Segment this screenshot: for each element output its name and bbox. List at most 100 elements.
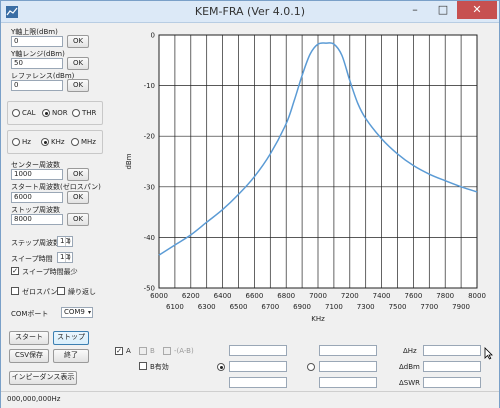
x-tick-label: 7000 bbox=[309, 292, 327, 300]
y-top-ok-button[interactable]: OK bbox=[67, 35, 89, 48]
x-tick-label: 7800 bbox=[436, 292, 454, 300]
x-tick-label: 7100 bbox=[325, 303, 343, 311]
start-button[interactable]: スタート bbox=[9, 331, 49, 345]
unit-khz-radio[interactable] bbox=[41, 138, 49, 146]
stop-freq-input[interactable]: 8000 bbox=[11, 214, 63, 225]
b-valid-label: B有効 bbox=[150, 363, 169, 371]
unit-mhz-radio[interactable] bbox=[71, 138, 79, 146]
x-tick-label: 7300 bbox=[357, 303, 375, 311]
minimize-button[interactable]: – bbox=[401, 1, 429, 19]
x-tick-label: 7500 bbox=[389, 303, 407, 311]
y-range-ok-button[interactable]: OK bbox=[67, 57, 89, 70]
start-freq-ok-button[interactable]: OK bbox=[67, 191, 89, 204]
marker2-level-field[interactable] bbox=[319, 361, 377, 372]
marker1-swr-field[interactable] bbox=[229, 377, 287, 388]
x-tick-label: 8000 bbox=[468, 292, 486, 300]
sweep-time-label: スイープ時間 bbox=[11, 255, 53, 263]
mode-cal-label: CAL bbox=[22, 109, 36, 117]
close-button[interactable]: ✕ bbox=[457, 1, 497, 19]
y-top-input[interactable]: 0 bbox=[11, 36, 63, 47]
cursor-icon bbox=[484, 347, 493, 360]
delta-dbm-label: ΔdBm bbox=[399, 363, 420, 371]
y-range-input[interactable]: 50 bbox=[11, 58, 63, 69]
impedance-button[interactable]: インピーダンス表示 bbox=[9, 371, 77, 385]
marker1-level-field[interactable] bbox=[229, 361, 287, 372]
sweep-min-label: スイープ時間最少 bbox=[22, 268, 78, 276]
unit-khz-label: KHz bbox=[51, 138, 65, 146]
y-tick-label: 0 bbox=[151, 32, 155, 40]
start-freq-input[interactable]: 6000 bbox=[11, 192, 63, 203]
spinner-arrows-icon[interactable]: ▲ ▼ bbox=[65, 237, 72, 246]
x-tick-label: 6100 bbox=[166, 303, 184, 311]
maximize-button[interactable]: □ bbox=[429, 1, 457, 19]
marker2-radio[interactable] bbox=[307, 363, 315, 371]
y-tick-label: -10 bbox=[144, 82, 155, 90]
repeat-label: 繰り返し bbox=[68, 288, 96, 296]
frequency-response-chart: 0-10-20-30-40-506000 6200 6400 6600 6800 7000… bbox=[125, 32, 486, 324]
x-tick-label: 6300 bbox=[198, 303, 216, 311]
com-port-select[interactable]: COM9 ▾ bbox=[61, 307, 93, 318]
x-tick-label: 7700 bbox=[420, 303, 438, 311]
marker2-freq-field[interactable] bbox=[319, 345, 377, 356]
trace-ab-label: -(A-B) bbox=[174, 347, 194, 355]
com-port-label: COMポート bbox=[11, 310, 49, 318]
marker1-radio[interactable] bbox=[217, 363, 225, 371]
x-tick-label: 6600 bbox=[245, 292, 263, 300]
delta-hz-field[interactable] bbox=[423, 345, 481, 356]
y-tick-label: -40 bbox=[144, 234, 155, 242]
step-freq-spinner[interactable]: 10 ▲ ▼ bbox=[57, 236, 73, 247]
csv-save-button[interactable]: CSV保存 bbox=[9, 349, 49, 363]
marker1-freq-field[interactable] bbox=[229, 345, 287, 356]
mode-nor-radio[interactable] bbox=[42, 109, 50, 117]
reference-ok-button[interactable]: OK bbox=[67, 79, 89, 92]
y-axis-label: dBm bbox=[125, 153, 133, 169]
trace-a-label: A bbox=[126, 347, 131, 355]
step-freq-label: ステップ周波数 bbox=[11, 239, 60, 247]
center-freq-input[interactable]: 1000 bbox=[11, 169, 63, 180]
sweep-time-spinner[interactable]: 10 ▲ ▼ bbox=[57, 252, 73, 263]
mode-thr-label: THR bbox=[82, 109, 97, 117]
y-tick-label: -20 bbox=[144, 133, 155, 141]
zero-span-label: ゼロスパン bbox=[22, 288, 58, 296]
trace-b-checkbox[interactable] bbox=[139, 347, 147, 355]
x-tick-label: 7900 bbox=[452, 303, 470, 311]
mode-nor-label: NOR bbox=[52, 109, 68, 117]
exit-button[interactable]: 終了 bbox=[53, 349, 89, 363]
status-frequency: 000,000,000Hz bbox=[7, 395, 61, 403]
stop-freq-ok-button[interactable]: OK bbox=[67, 213, 89, 226]
mode-cal-radio[interactable] bbox=[12, 109, 20, 117]
delta-hz-label: ΔHz bbox=[403, 347, 417, 355]
trace-ab-checkbox[interactable] bbox=[163, 347, 171, 355]
x-tick-label: 6400 bbox=[214, 292, 232, 300]
trace-b-label: B bbox=[150, 347, 155, 355]
x-tick-label: 6700 bbox=[261, 303, 279, 311]
zero-span-checkbox[interactable] bbox=[11, 287, 19, 295]
reference-input[interactable]: 0 bbox=[11, 80, 63, 91]
sweep-min-checkbox[interactable]: ✓ bbox=[11, 267, 19, 275]
x-tick-label: 7200 bbox=[341, 292, 359, 300]
chevron-down-icon: ▾ bbox=[87, 309, 91, 316]
delta-swr-label: ΔSWR bbox=[399, 379, 421, 387]
chart-grid bbox=[158, 34, 478, 289]
b-valid-checkbox[interactable] bbox=[139, 362, 147, 370]
unit-hz-radio[interactable] bbox=[12, 138, 20, 146]
unit-hz-label: Hz bbox=[22, 138, 31, 146]
delta-swr-field[interactable] bbox=[423, 377, 481, 388]
trace-a-checkbox[interactable]: ✓ bbox=[115, 347, 123, 355]
mode-thr-radio[interactable] bbox=[72, 109, 80, 117]
x-tick-label: 6800 bbox=[277, 292, 295, 300]
center-freq-ok-button[interactable]: OK bbox=[67, 168, 89, 181]
stop-button[interactable]: ストップ bbox=[53, 331, 89, 345]
delta-dbm-field[interactable] bbox=[423, 361, 481, 372]
spinner-arrows-icon[interactable]: ▲ ▼ bbox=[65, 253, 72, 262]
x-tick-label: 7600 bbox=[404, 292, 422, 300]
x-tick-label: 7400 bbox=[373, 292, 391, 300]
marker2-swr-field[interactable] bbox=[319, 377, 377, 388]
com-port-value: COM9 bbox=[64, 308, 85, 316]
repeat-checkbox[interactable] bbox=[57, 287, 65, 295]
x-tick-label: 6900 bbox=[293, 303, 311, 311]
app-window: KEM-FRA (Ver 4.0.1) – □ ✕ Y軸上限(dBm) 0 OK… bbox=[0, 0, 500, 408]
x-tick-label: 6500 bbox=[230, 303, 248, 311]
status-bar: 000,000,000Hz bbox=[1, 391, 499, 408]
x-axis-label: KHz bbox=[311, 315, 325, 323]
